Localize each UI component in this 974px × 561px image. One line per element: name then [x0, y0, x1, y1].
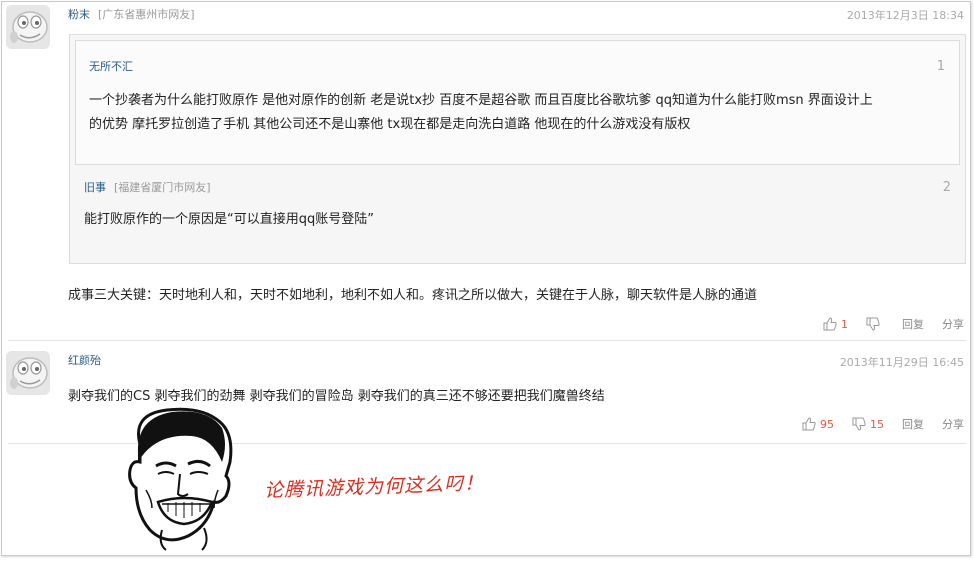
comment-text: 成事三大关键：天时地利人和，天时不如地利，地利不如人和。疼讯之所以做大，关键在于… — [68, 288, 758, 303]
like-button[interactable]: 1 — [823, 317, 848, 331]
quote-floor-number: 1 — [936, 59, 945, 74]
avatar[interactable] — [6, 351, 50, 395]
thumbs-down-icon — [852, 417, 866, 431]
dislike-count: 15 — [870, 417, 884, 431]
like-button[interactable]: 95 — [802, 417, 834, 431]
thumbs-up-icon — [802, 417, 816, 431]
username-link[interactable]: 粉末 — [68, 8, 90, 21]
quote-block: 无所不汇 1 一个抄袭者为什么能打败原作 是他对原作的创新 老是说tx抄 百度不… — [69, 34, 966, 264]
comment-panel: 粉末 [广东省惠州市网友] 2013年12月3日 18:34 无所不汇 1 一个抄… — [1, 1, 971, 556]
user-location: [福建省厦门市网友] — [114, 181, 211, 194]
like-count: 1 — [841, 317, 848, 331]
avatar[interactable] — [6, 5, 50, 49]
quote-username[interactable]: 无所不汇 — [89, 58, 133, 74]
thumbs-down-icon — [866, 317, 880, 331]
quote-username[interactable]: 旧事 — [84, 181, 106, 194]
nested-quote: 无所不汇 1 一个抄袭者为什么能打败原作 是他对原作的创新 老是说tx抄 百度不… — [75, 40, 960, 165]
reply-button[interactable]: 回复 — [902, 316, 924, 332]
meme-face-image — [128, 407, 233, 551]
divider — [8, 340, 966, 341]
share-button[interactable]: 分享 — [942, 316, 964, 332]
meme-caption: 论腾讯游戏为何这么叼！ — [263, 472, 485, 502]
username-link[interactable]: 红颜殆 — [68, 354, 101, 367]
like-count: 95 — [820, 417, 834, 431]
comment-time: 2013年11月29日 16:45 — [839, 356, 964, 369]
comment-actions: 95 15 回复 分享 — [784, 416, 964, 432]
comment-user: 红颜殆 — [68, 352, 101, 368]
quote-user: 旧事 [福建省厦门市网友] — [84, 179, 211, 195]
default-avatar-icon — [6, 351, 50, 395]
thumbs-up-icon — [823, 317, 837, 331]
quote-text: 能打败原作的一个原因是“可以直接用qq账号登陆” — [84, 212, 374, 227]
reply-button[interactable]: 回复 — [902, 416, 924, 432]
default-avatar-icon — [6, 5, 50, 49]
dislike-button[interactable]: 15 — [852, 417, 884, 431]
dislike-button[interactable] — [866, 317, 884, 331]
comment-time: 2013年12月3日 18:34 — [846, 9, 964, 22]
share-button[interactable]: 分享 — [942, 416, 964, 432]
quote-text-line: 一个抄袭者为什么能打败原作 是他对原作的创新 老是说tx抄 百度不是超谷歌 而且… — [89, 93, 873, 108]
comment-user: 粉末 [广东省惠州市网友] — [68, 6, 195, 22]
comment-text: 剥夺我们的CS 剥夺我们的劲舞 剥夺我们的冒险岛 剥夺我们的真三还不够还要把我们… — [68, 389, 605, 404]
user-location: [广东省惠州市网友] — [98, 8, 195, 21]
comment-actions: 1 回复 分享 — [805, 316, 964, 332]
quote-text-line: 的优势 摩托罗拉创造了手机 其他公司还不是山寨他 tx现在都是走向洗白道路 他现… — [89, 117, 691, 132]
quote-floor-number: 2 — [942, 180, 951, 195]
